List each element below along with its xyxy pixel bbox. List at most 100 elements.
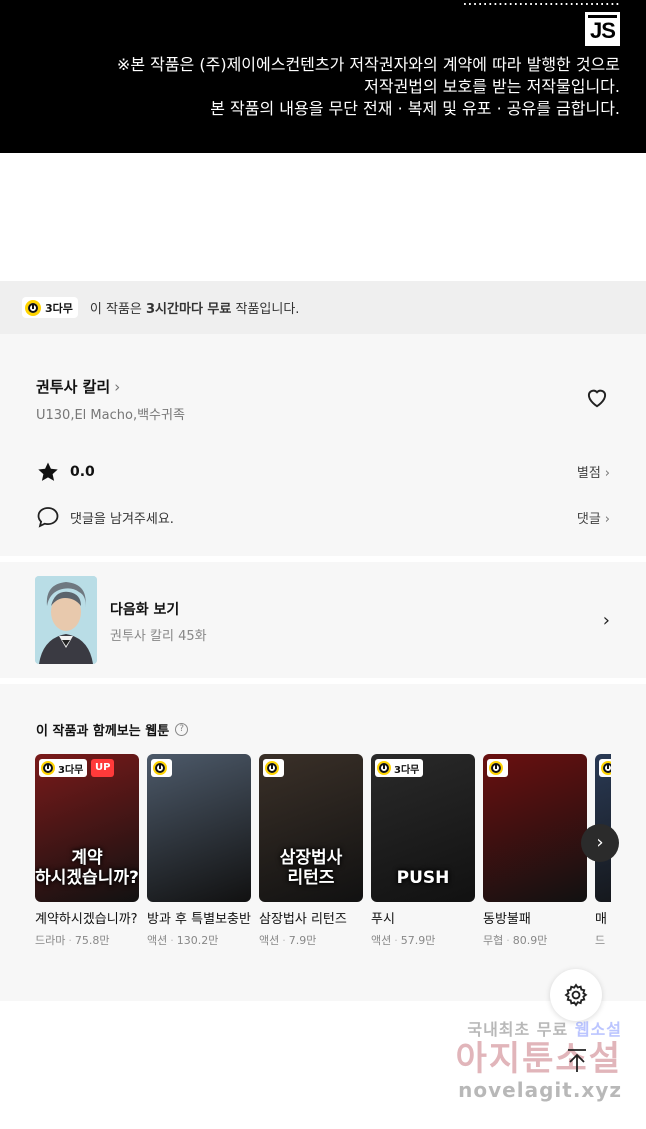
character-portrait-image [35,576,97,664]
comment-prompt[interactable]: 댓글을 남겨주세요. [36,506,174,528]
promo-text-bold: 3시간마다 무료 [146,302,232,317]
arrow-up-icon [568,1049,586,1072]
webtoon-viewer-page: ............................... JS ※본 작품… [0,0,646,1129]
free-badge: 3다무 [375,759,424,777]
recommendation-genre: 액션 [147,934,168,947]
recommendation-item[interactable]: 3다무 UP 계약 하시겠습니까? 계약하시겠습니까? 드라마 · 75.8만 [35,754,139,948]
free-badge-label: 3다무 [45,301,73,315]
carousel-next-button[interactable]: › [581,824,619,862]
copyright-notice: ※본 작품은 (주)제이에스컨텐츠가 저작권자와의 계약에 따라 발행한 것으로… [117,54,620,120]
recommendation-item[interactable]: 동방불패무협 · 80.9만 [483,754,587,948]
recommendation-cover: 3다무 PUSH [371,754,475,902]
recommendation-meta: 드 [595,932,611,948]
recommendation-meta: 액션 · 7.9만 [259,932,363,948]
update-badge: UP [91,759,115,777]
recommendation-views: 7.9만 [288,934,317,947]
clock-icon [25,299,41,316]
free-badge-label: 3다무 [58,764,84,776]
recommendations-title: 이 작품과 함께보는 웹툰 ? [36,720,189,739]
recommendation-genre: 액션 [371,934,392,947]
comment-link[interactable]: 댓글 › [577,508,610,527]
rating-value: 0.0 [70,464,95,480]
cover-title-art: 계약 하시겠습니까? [35,848,139,888]
cover-title-art: 삼장법사 리턴즈 [279,848,343,888]
scroll-top-button[interactable] [552,1036,602,1086]
recommendation-title: 계약하시겠습니까? [35,912,138,927]
recommendation-title: 매 [595,912,607,927]
recommendations-section: 이 작품과 함께보는 웹툰 ? 3다무 UP 계약 하시겠습니까? 계약하시겠습니까?… [0,684,646,1001]
free-badge: 3다무 [22,297,78,318]
recommendation-cover [483,754,587,902]
notice-line: ※본 작품은 (주)제이에스컨텐츠가 저작권자와의 계약에 따라 발행한 것으로 [116,55,620,74]
clock-icon [601,761,611,775]
recommendation-genre: 액션 [259,934,280,947]
recommendation-title: 삼장법사 리턴즈 [259,912,347,927]
free-badge [263,759,284,777]
separator-dot: · [170,934,174,947]
cover-title-art: PUSH [396,868,450,888]
free-promo-strip: 3다무 이 작품은 3시간마다 무료 작품입니다. [0,281,646,334]
work-authors: U130,El Macho,백수귀족 [36,408,185,423]
recommendation-views: 80.9만 [512,934,548,947]
recommendation-genre: 무협 [483,934,504,947]
recommendation-item[interactable]: 방과 후 특별보충반액션 · 130.2만 [147,754,251,948]
comment-link-label: 댓글 [576,512,601,527]
promo-text-post: 작품입니다. [231,302,300,317]
clock-icon [153,761,167,775]
recommendations-carousel: 3다무 UP 계약 하시겠습니까? 계약하시겠습니까? 드라마 · 75.8만 방과 후 특별… [35,754,611,984]
recommendation-genre: 드 [595,934,606,947]
next-episode-label: 다음화 보기 [110,602,180,618]
recommendation-genre: 드라마 [35,934,66,947]
rating-link[interactable]: 별점 › [577,462,610,481]
help-icon[interactable]: ? [175,723,189,736]
star-icon [38,462,58,481]
work-title-link[interactable]: 권투사 칼리 › [36,376,120,397]
promo-text: 이 작품은 3시간마다 무료 작품입니다. [90,298,300,317]
notice-line: 저작권법의 보호를 받는 저작물입니다. [364,77,620,96]
promo-text-pre: 이 작품은 [89,302,147,317]
viewer-settings-button[interactable] [550,969,602,1021]
free-badge: 3다무 [39,759,88,777]
comment-icon [37,507,59,528]
free-badge [599,759,611,777]
recommendation-cover [147,754,251,902]
rating-display: 0.0 [36,460,95,484]
recommendation-item[interactable]: 3다무 PUSH 푸시액션 · 57.9만 [371,754,475,948]
recommendation-views: 130.2만 [176,934,219,947]
separator-dot: · [68,934,72,947]
next-episode-subtitle: 권투사 칼리 45화 [110,629,207,644]
clock-icon [41,761,55,775]
banner-cut-text: ............................... [462,0,620,9]
recommendation-cover: 삼장법사 리턴즈 [259,754,363,902]
clock-icon [377,761,391,775]
clock-icon [489,761,503,775]
chevron-right-icon: › [604,466,610,481]
free-badge-label: 3다무 [394,764,420,776]
recommendation-title: 동방불패 [483,912,531,927]
recommendations-title-text: 이 작품과 함께보는 웹툰 [36,724,170,739]
recommendation-views: 57.9만 [400,934,436,947]
recommendation-item[interactable]: 삼장법사 리턴즈 삼장법사 리턴즈 액션 · 7.9만 [259,754,363,948]
publisher-logo: JS [585,12,620,46]
recommendation-meta: 무협 · 80.9만 [483,932,587,948]
free-badge [487,759,508,777]
work-info-card: 권투사 칼리 › U130,El Macho,백수귀족 0.0 별점 › 댓글을 남… [0,334,646,556]
separator-dot: · [282,934,286,947]
recommendation-title: 푸시 [371,912,395,927]
work-title: 권투사 칼리 [36,378,111,396]
recommendation-cover: 3다무 UP 계약 하시겠습니까? [35,754,139,902]
heart-icon[interactable] [584,384,610,410]
recommendation-meta: 드라마 · 75.8만 [35,932,139,948]
rating-link-label: 별점 [576,466,601,481]
gear-icon [564,983,588,1007]
next-episode-card[interactable]: 다음화 보기 권투사 칼리 45화 › [0,562,646,678]
recommendation-title: 방과 후 특별보충반 [147,912,251,927]
clock-icon [265,761,279,775]
separator-dot: · [394,934,398,947]
chevron-right-icon: › [604,512,610,527]
chevron-right-icon: › [602,610,610,631]
chevron-right-icon: › [114,378,121,396]
next-episode-thumbnail [35,576,97,664]
recommendation-views: 75.8만 [74,934,110,947]
recommendation-meta: 액션 · 57.9만 [371,932,475,948]
